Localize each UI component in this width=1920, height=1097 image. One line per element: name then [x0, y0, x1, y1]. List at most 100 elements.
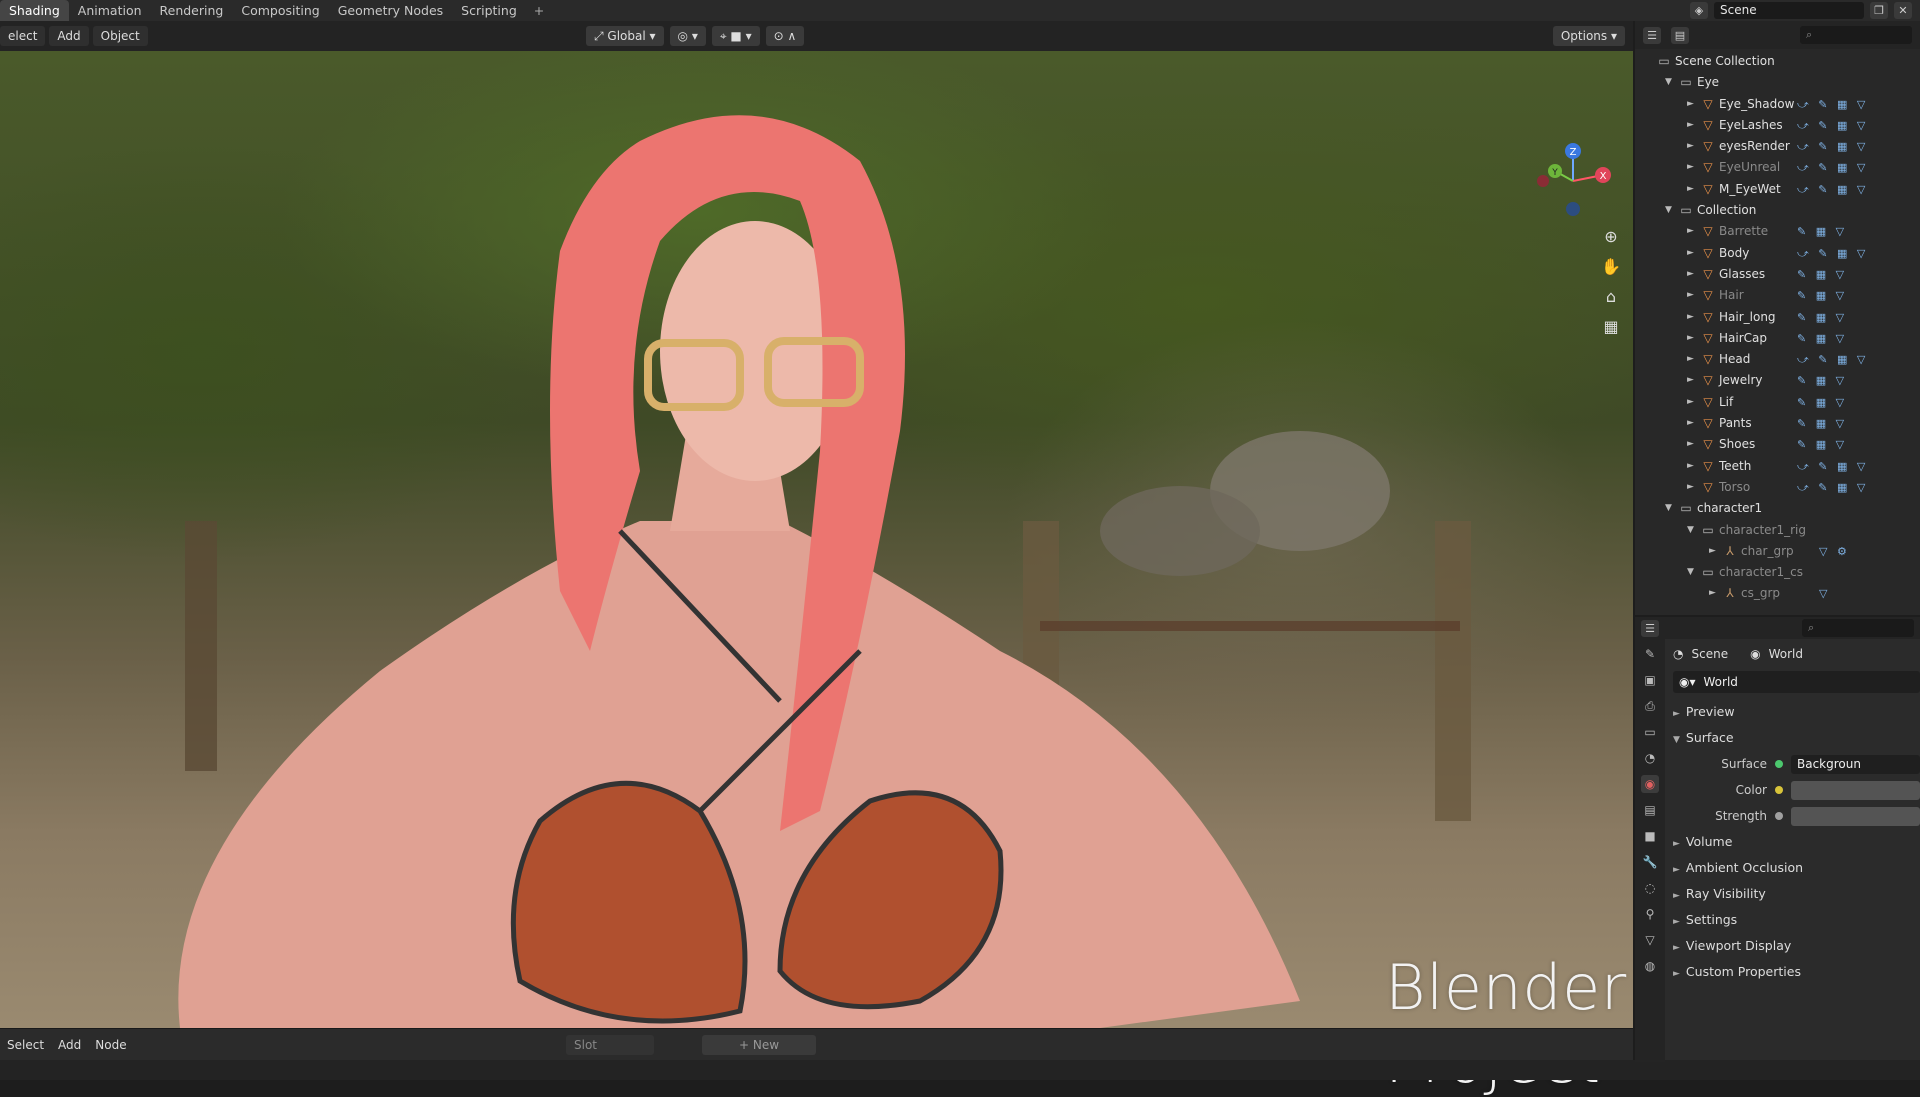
collapse-arrow-icon[interactable]: ► — [1687, 264, 1697, 285]
outliner-row[interactable]: ► ▽ Torso ⤻ ✎ ▦ ▽ — [1635, 477, 1920, 498]
modifier-icons[interactable]: ⤻ ✎ ▦ ▽ — [1797, 136, 1868, 157]
navigation-gizmo[interactable]: Z Y X — [1533, 141, 1613, 221]
menu-select[interactable]: elect — [0, 26, 46, 46]
panel-ambient-occlusion[interactable]: ► Ambient Occlusion — [1669, 855, 1920, 881]
collapse-arrow-icon[interactable]: ► — [1687, 115, 1697, 136]
outliner-row[interactable]: ► ▽ Shoes ✎ ▦ ▽ — [1635, 434, 1920, 455]
outliner-search-input[interactable]: ⌕ — [1800, 26, 1912, 44]
collapse-arrow-icon[interactable]: ► — [1687, 179, 1697, 200]
collapse-arrow-icon[interactable]: ► — [1687, 157, 1697, 178]
outliner-row[interactable]: ▼ ▭ character1_rig — [1635, 520, 1920, 541]
color-swatch[interactable] — [1791, 780, 1920, 800]
modifier-icons[interactable]: ⤻ ✎ ▦ ▽ — [1797, 243, 1868, 264]
collapse-arrow-icon[interactable]: ► — [1687, 392, 1697, 413]
viewport-render[interactable]: Z Y X ⊕ ✋ ⌂ ▦ Blender Project — [0, 51, 1633, 1097]
outliner-row[interactable]: ► ▽ Body ⤻ ✎ ▦ ▽ — [1635, 243, 1920, 264]
tab-compositing[interactable]: Compositing — [232, 0, 328, 21]
properties-search-input[interactable]: ⌕ — [1802, 619, 1914, 637]
tab-scripting[interactable]: Scripting — [452, 0, 526, 21]
tab-shading[interactable]: Shading — [0, 0, 69, 21]
surface-shader-field[interactable]: Backgroun — [1791, 754, 1920, 774]
scene-tab-icon[interactable]: ◔ — [1641, 749, 1659, 767]
expand-arrow-icon[interactable]: ▼ — [1665, 200, 1675, 221]
outliner-row[interactable]: ▭ Scene Collection — [1635, 51, 1920, 72]
view-layer-tab-icon[interactable]: ▭ — [1641, 723, 1659, 741]
modifier-icons[interactable]: ✎ ▦ ▽ — [1797, 328, 1847, 349]
material-tab-icon[interactable]: ◍ — [1641, 957, 1659, 975]
modifier-icons[interactable]: ⤻ ✎ ▦ ▽ — [1797, 456, 1868, 477]
modifier-icons[interactable]: ⤻ ✎ ▦ ▽ — [1797, 349, 1868, 370]
collapse-arrow-icon[interactable]: ► — [1709, 583, 1719, 604]
modifier-icons[interactable]: ✎ ▦ ▽ — [1797, 434, 1847, 455]
constraints-tab-icon[interactable]: ⚲ — [1641, 905, 1659, 923]
modifier-icons[interactable]: ✎ ▦ ▽ — [1797, 392, 1847, 413]
collapse-arrow-icon[interactable]: ► — [1687, 328, 1697, 349]
render-tab-icon[interactable]: ▣ — [1641, 671, 1659, 689]
collapse-arrow-icon[interactable]: ► — [1709, 541, 1719, 562]
modifier-icons[interactable]: ✎ ▦ ▽ — [1797, 221, 1847, 242]
pivot-icon[interactable]: ◎ ▾ — [669, 26, 706, 46]
outliner-row[interactable]: ► ▽ Head ⤻ ✎ ▦ ▽ — [1635, 349, 1920, 370]
outliner-row[interactable]: ► ▽ HairCap ✎ ▦ ▽ — [1635, 328, 1920, 349]
collapse-arrow-icon[interactable]: ► — [1687, 456, 1697, 477]
slot-dropdown[interactable]: Slot — [566, 1035, 654, 1055]
world-tab-icon[interactable]: ◉ — [1641, 775, 1659, 793]
collapse-arrow-icon[interactable]: ► — [1687, 413, 1697, 434]
close-icon[interactable]: ✕ — [1894, 2, 1912, 19]
proportional-edit-icon[interactable]: ⊙ ∧ — [765, 26, 805, 46]
grid-view-icon[interactable]: ▦ — [1601, 317, 1621, 337]
collapse-arrow-icon[interactable]: ► — [1687, 349, 1697, 370]
outliner-row[interactable]: ► ▽ Teeth ⤻ ✎ ▦ ▽ — [1635, 456, 1920, 477]
modifier-icons[interactable]: ✎ ▦ ▽ — [1797, 370, 1847, 391]
outliner-row[interactable]: ► ▽ Hair_long ✎ ▦ ▽ — [1635, 307, 1920, 328]
outliner-row[interactable]: ► ▽ EyeLashes ⤻ ✎ ▦ ▽ — [1635, 115, 1920, 136]
panel-custom-properties[interactable]: ► Custom Properties — [1669, 959, 1920, 985]
outliner-row[interactable]: ► ▽ Jewelry ✎ ▦ ▽ — [1635, 370, 1920, 391]
snap-icon[interactable]: ⌖ ■ ▾ — [711, 26, 760, 46]
modifier-icons[interactable]: ✎ ▦ ▽ — [1797, 413, 1847, 434]
scene-name-field[interactable]: Scene — [1714, 2, 1864, 19]
panel-surface[interactable]: ▼ Surface — [1669, 725, 1920, 751]
collapse-arrow-icon[interactable]: ► — [1687, 307, 1697, 328]
output-tab-icon[interactable]: ⎙ — [1641, 697, 1659, 715]
new-material-button[interactable]: + New — [702, 1035, 816, 1055]
properties-editor-type-icon[interactable]: ☰ — [1641, 619, 1659, 637]
collapse-arrow-icon[interactable]: ► — [1687, 477, 1697, 498]
transform-orientation-dropdown[interactable]: ⤢ Global ▾ — [586, 26, 664, 46]
expand-arrow-icon[interactable]: ▼ — [1687, 520, 1697, 541]
gizmo-neg-x-handle[interactable] — [1537, 175, 1549, 187]
tool-tab-icon[interactable]: ✎ — [1641, 645, 1659, 663]
panel-volume[interactable]: ► Volume — [1669, 829, 1920, 855]
menu-node[interactable]: Node — [88, 1038, 133, 1052]
tab-animation[interactable]: Animation — [69, 0, 151, 21]
gizmo-neg-z-handle[interactable] — [1566, 202, 1580, 216]
add-workspace-button[interactable]: + — [526, 0, 552, 21]
breadcrumb-world[interactable]: World — [1769, 647, 1803, 661]
modifier-icons[interactable]: ✎ ▦ ▽ — [1797, 264, 1847, 285]
collapse-arrow-icon[interactable]: ► — [1687, 434, 1697, 455]
tab-geometry-nodes[interactable]: Geometry Nodes — [329, 0, 452, 21]
panel-viewport-display[interactable]: ► Viewport Display — [1669, 933, 1920, 959]
zoom-icon[interactable]: ⊕ — [1601, 227, 1621, 247]
collapse-arrow-icon[interactable]: ► — [1687, 285, 1697, 306]
scene-icon[interactable]: ◈ — [1690, 2, 1708, 19]
outliner-row[interactable]: ► ▽ Hair ✎ ▦ ▽ — [1635, 285, 1920, 306]
world-datablock-field[interactable]: ◉▾ World — [1673, 671, 1920, 693]
menu-select-node[interactable]: Select — [0, 1038, 51, 1052]
modifier-icons[interactable]: ▽ ⚙ — [1819, 541, 1850, 562]
panel-ray-visibility[interactable]: ► Ray Visibility — [1669, 881, 1920, 907]
outliner-row[interactable]: ▼ ▭ character1_cs — [1635, 562, 1920, 583]
collapse-arrow-icon[interactable]: ► — [1687, 243, 1697, 264]
modifier-icons[interactable]: ⤻ ✎ ▦ ▽ — [1797, 115, 1868, 136]
data-tab-icon[interactable]: ▽ — [1641, 931, 1659, 949]
outliner-row[interactable]: ► ▽ eyesRender ⤻ ✎ ▦ ▽ — [1635, 136, 1920, 157]
menu-add-node[interactable]: Add — [51, 1038, 88, 1052]
panel-preview[interactable]: ► Preview — [1669, 699, 1920, 725]
menu-add[interactable]: Add — [49, 26, 89, 46]
collapse-arrow-icon[interactable]: ► — [1687, 221, 1697, 242]
outliner-row[interactable]: ► ▽ Glasses ✎ ▦ ▽ — [1635, 264, 1920, 285]
collapse-arrow-icon[interactable]: ► — [1687, 370, 1697, 391]
breadcrumb-scene[interactable]: Scene — [1691, 647, 1728, 661]
expand-arrow-icon[interactable]: ▼ — [1665, 72, 1675, 93]
outliner-row[interactable]: ► ▽ Lif ✎ ▦ ▽ — [1635, 392, 1920, 413]
